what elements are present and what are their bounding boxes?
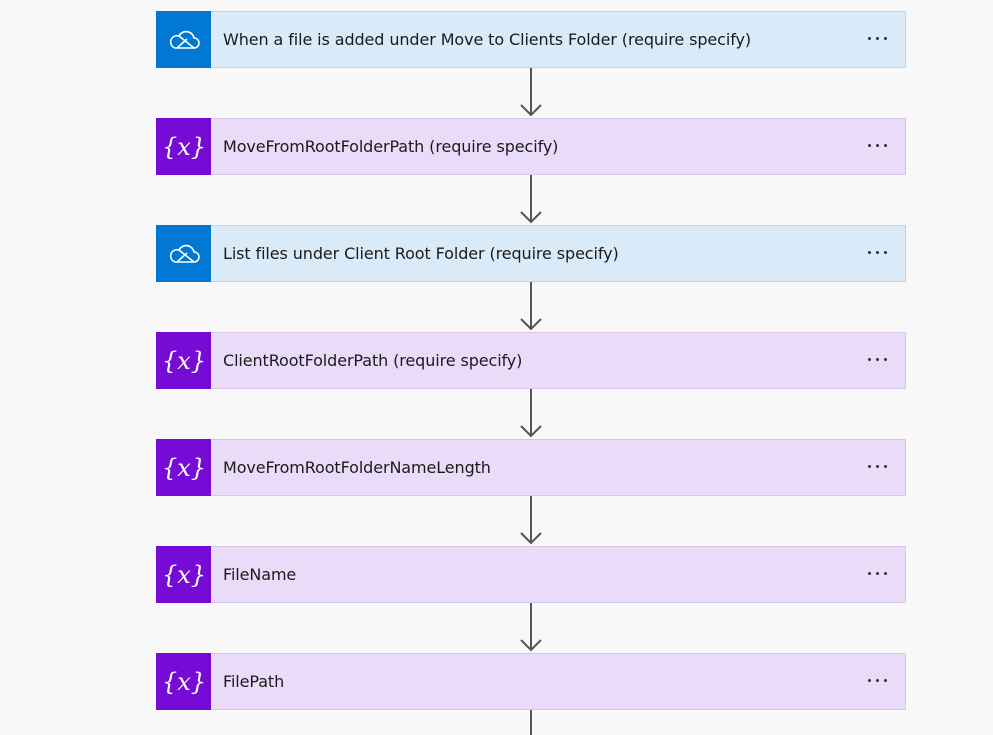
step-card-movefromrootfoldernamelength[interactable]: {x} MoveFromRootFolderNameLength: [156, 439, 906, 496]
more-options-icon: [867, 679, 887, 682]
svg-text:{x}: {x}: [164, 561, 204, 589]
step-title: FilePath: [223, 672, 285, 691]
variable-icon: {x}: [156, 332, 211, 389]
connector-line: [530, 710, 532, 735]
variable-icon: {x}: [156, 653, 211, 710]
onedrive-cloud-icon: [156, 225, 211, 282]
more-options-icon: [867, 37, 887, 40]
step-card-list-files[interactable]: List files under Client Root Folder (req…: [156, 225, 906, 282]
svg-text:{x}: {x}: [164, 454, 204, 482]
arrow-down-icon: [520, 496, 542, 545]
step-title: MoveFromRootFolderPath (require specify): [223, 137, 559, 156]
step-more-button[interactable]: [849, 119, 905, 174]
more-options-icon: [867, 251, 887, 254]
step-title: ClientRootFolderPath (require specify): [223, 351, 523, 370]
svg-text:{x}: {x}: [164, 668, 204, 696]
step-card-movefromrootfolderpath[interactable]: {x} MoveFromRootFolderPath (require spec…: [156, 118, 906, 175]
variable-icon: {x}: [156, 118, 211, 175]
more-options-icon: [867, 144, 887, 147]
step-title: MoveFromRootFolderNameLength: [223, 458, 491, 477]
more-options-icon: [867, 465, 887, 468]
svg-text:{x}: {x}: [164, 347, 204, 375]
step-more-button[interactable]: [849, 440, 905, 495]
arrow-down-icon: [520, 603, 542, 652]
arrow-down-icon: [520, 389, 542, 438]
more-options-icon: [867, 572, 887, 575]
variable-icon: {x}: [156, 439, 211, 496]
onedrive-cloud-icon: [156, 11, 211, 68]
arrow-down-icon: [520, 68, 542, 117]
step-more-button[interactable]: [849, 333, 905, 388]
variable-icon: {x}: [156, 546, 211, 603]
arrow-down-icon: [520, 175, 542, 224]
step-card-filename[interactable]: {x} FileName: [156, 546, 906, 603]
svg-text:{x}: {x}: [164, 133, 204, 161]
step-title: When a file is added under Move to Clien…: [223, 30, 751, 49]
step-more-button[interactable]: [849, 12, 905, 67]
step-title: List files under Client Root Folder (req…: [223, 244, 619, 263]
step-card-file-added-trigger[interactable]: When a file is added under Move to Clien…: [156, 11, 906, 68]
step-card-clientrootfolderpath[interactable]: {x} ClientRootFolderPath (require specif…: [156, 332, 906, 389]
flow-canvas: When a file is added under Move to Clien…: [0, 0, 993, 735]
step-more-button[interactable]: [849, 226, 905, 281]
step-more-button[interactable]: [849, 547, 905, 602]
more-options-icon: [867, 358, 887, 361]
step-more-button[interactable]: [849, 654, 905, 709]
arrow-down-icon: [520, 282, 542, 331]
step-title: FileName: [223, 565, 297, 584]
step-card-filepath[interactable]: {x} FilePath: [156, 653, 906, 710]
